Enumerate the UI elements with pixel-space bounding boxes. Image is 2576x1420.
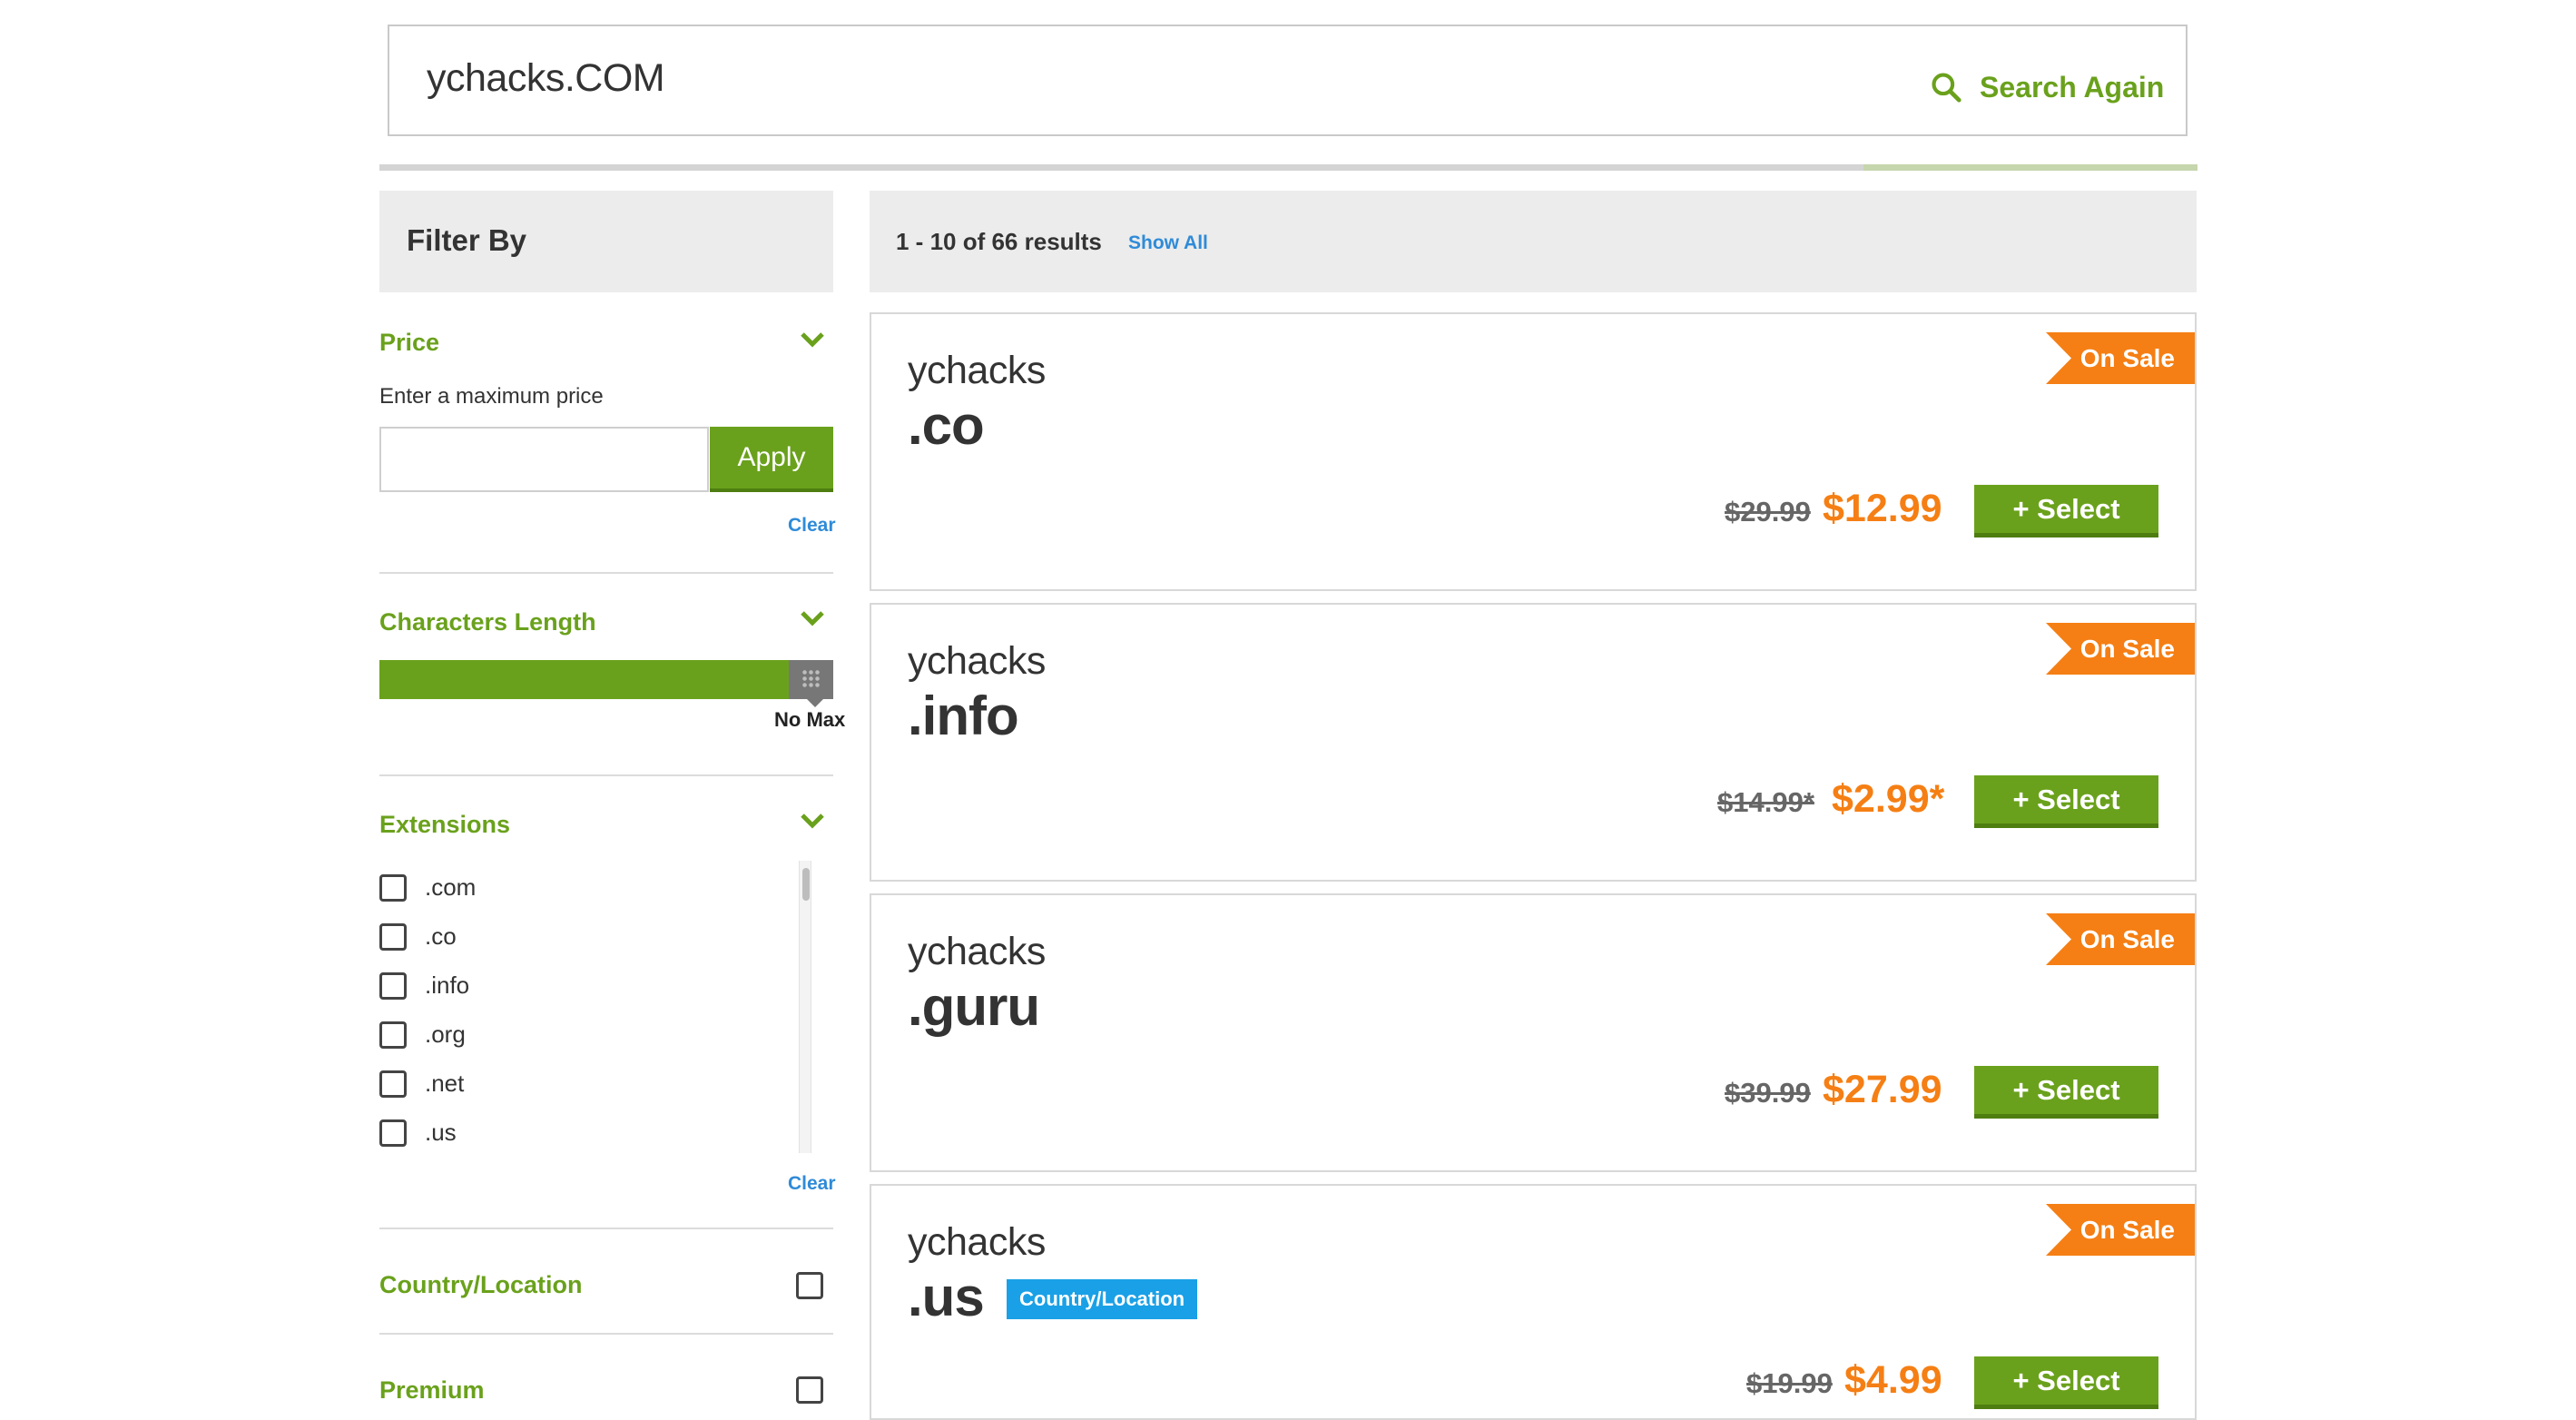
extensions-filter-title[interactable]: Extensions xyxy=(379,811,510,839)
sale-price: $27.99 xyxy=(1823,1068,1942,1111)
premium-checkbox[interactable] xyxy=(796,1376,823,1404)
domain-name: ychacks xyxy=(908,930,1046,973)
old-price: $14.99* xyxy=(1717,786,1814,818)
select-button[interactable]: + Select xyxy=(1974,1356,2158,1409)
on-sale-badge: On Sale xyxy=(2046,1204,2195,1256)
extension-option[interactable]: .info xyxy=(379,971,469,1000)
sale-price: $12.99 xyxy=(1823,487,1942,530)
sale-price: $4.99 xyxy=(1844,1358,1942,1402)
old-price: $39.99 xyxy=(1725,1077,1811,1109)
domain-card: ychacks .info On Sale $14.99* $2.99* + S… xyxy=(870,603,2197,882)
extension-label: .us xyxy=(425,1119,457,1146)
divider xyxy=(379,774,833,776)
extension-option[interactable]: .us xyxy=(379,1119,457,1147)
price-clear-link[interactable]: Clear xyxy=(788,515,836,537)
country-filter-title[interactable]: Country/Location xyxy=(379,1271,583,1299)
search-again-label: Search Again xyxy=(1980,70,2165,104)
results-count: 1 - 10 of 66 results xyxy=(896,228,1102,255)
extension-checkbox[interactable] xyxy=(379,1021,407,1049)
domain-name: ychacks xyxy=(908,639,1046,683)
country-checkbox[interactable] xyxy=(796,1272,823,1299)
extension-option[interactable]: .org xyxy=(379,1021,466,1049)
grip-icon xyxy=(801,669,821,688)
length-slider-track[interactable] xyxy=(379,660,833,699)
on-sale-badge: On Sale xyxy=(2046,623,2195,675)
extension-option[interactable]: .co xyxy=(379,922,457,951)
domain-extension: .co xyxy=(908,395,985,456)
extensions-scrollbar[interactable] xyxy=(799,861,811,1153)
country-location-tag: Country/Location xyxy=(1007,1279,1198,1319)
select-button[interactable]: + Select xyxy=(1974,485,2158,537)
show-all-link[interactable]: Show All xyxy=(1128,232,1208,254)
extension-option[interactable]: .net xyxy=(379,1070,464,1098)
extensions-clear-link[interactable]: Clear xyxy=(788,1173,836,1195)
extension-label: .co xyxy=(425,922,457,950)
sale-price: $2.99* xyxy=(1832,777,1945,821)
domain-name: ychacks xyxy=(908,349,1046,392)
chevron-down-icon[interactable] xyxy=(799,330,826,350)
on-sale-badge: On Sale xyxy=(2046,913,2195,965)
divider xyxy=(379,1333,833,1335)
search-input[interactable]: ychacks.COM xyxy=(427,56,665,101)
extension-label: .org xyxy=(425,1021,466,1048)
select-button[interactable]: + Select xyxy=(1974,775,2158,828)
chevron-down-icon[interactable] xyxy=(799,811,826,831)
extension-checkbox[interactable] xyxy=(379,922,407,951)
domain-card: ychacks .guru On Sale $39.99 $27.99 + Se… xyxy=(870,893,2197,1172)
extension-label: .info xyxy=(425,971,470,999)
search-again-button[interactable]: Search Again xyxy=(1929,64,2164,111)
price-hint: Enter a maximum price xyxy=(379,384,604,409)
length-filter-title[interactable]: Characters Length xyxy=(379,608,596,636)
extension-checkbox[interactable] xyxy=(379,971,407,1000)
domain-extension: .guru xyxy=(908,976,1040,1037)
domain-card: ychacks .us Country/Location On Sale $19… xyxy=(870,1184,2197,1420)
length-slider-label: No Max xyxy=(774,708,846,731)
search-icon xyxy=(1932,73,1961,103)
domain-card: ychacks .co On Sale $29.99 $12.99 + Sele… xyxy=(870,312,2197,591)
domain-extension: .info xyxy=(908,685,1019,746)
divider xyxy=(379,572,833,574)
extension-checkbox[interactable] xyxy=(379,1070,407,1098)
price-filter-title[interactable]: Price xyxy=(379,329,439,357)
premium-filter-title[interactable]: Premium xyxy=(379,1376,485,1405)
chevron-down-icon[interactable] xyxy=(799,608,826,628)
extensions-scrollbar-thumb[interactable] xyxy=(802,868,810,901)
extension-checkbox[interactable] xyxy=(379,1119,407,1147)
max-price-input[interactable] xyxy=(379,427,709,492)
extension-option[interactable]: .com xyxy=(379,873,476,902)
length-slider-handle[interactable] xyxy=(789,660,833,707)
progress-divider-highlight xyxy=(1863,164,2197,171)
divider xyxy=(379,1228,833,1229)
filter-title: Filter By xyxy=(407,223,527,257)
extension-label: .net xyxy=(425,1070,465,1097)
old-price: $29.99 xyxy=(1725,496,1811,528)
on-sale-badge: On Sale xyxy=(2046,332,2195,384)
apply-button[interactable]: Apply xyxy=(710,427,833,492)
extension-checkbox[interactable] xyxy=(379,873,407,902)
domain-name: ychacks xyxy=(908,1220,1046,1264)
extension-label: .com xyxy=(425,873,477,901)
domain-extension: .us xyxy=(908,1267,985,1327)
select-button[interactable]: + Select xyxy=(1974,1066,2158,1119)
old-price: $19.99 xyxy=(1746,1367,1833,1399)
